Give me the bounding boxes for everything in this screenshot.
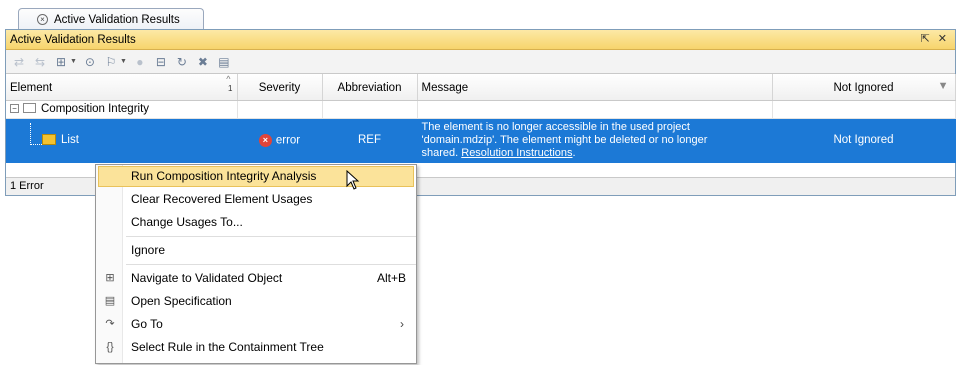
menu-item-navigate[interactable]: ⊞ Navigate to Validated Object Alt+B	[96, 267, 416, 290]
navigate-shortcut: Alt+B	[376, 271, 406, 285]
menu-item-change-usages[interactable]: Change Usages To...	[96, 211, 416, 234]
column-header-abbreviation[interactable]: Abbreviation	[322, 74, 418, 101]
circle-icon[interactable]: ●	[131, 53, 149, 71]
group-label: Composition Integrity	[41, 103, 150, 115]
panel-title: Active Validation Results	[10, 33, 136, 46]
specification-icon[interactable]: ⊙	[81, 53, 99, 71]
tab-label: Active Validation Results	[54, 13, 180, 26]
message-cell: The element is no longer accessible in t…	[417, 118, 773, 163]
menu-separator	[126, 236, 416, 237]
restore-icon[interactable]: ⇱	[921, 32, 930, 45]
error-icon: ×	[258, 133, 272, 147]
element-name: List	[61, 134, 79, 146]
navigate-dropdown-icon[interactable]: ▼	[70, 58, 77, 65]
specification-icon: ▤	[104, 295, 116, 307]
collapse-icon[interactable]: −	[10, 104, 19, 114]
menu-item-select-rule[interactable]: {} Select Rule in the Containment Tree	[96, 336, 416, 359]
navigate-icon: ⊞	[105, 272, 115, 284]
menu-item-clear-usages[interactable]: Clear Recovered Element Usages	[96, 188, 416, 211]
menu-item-open-specification[interactable]: ▤ Open Specification	[96, 290, 416, 313]
go-to-icon: ↷	[105, 318, 115, 330]
expand-icon[interactable]: ⊟	[152, 53, 170, 71]
close-circle-icon[interactable]: ×	[37, 14, 48, 25]
validate-icon[interactable]: ⇄	[10, 53, 28, 71]
menu-item-ignore[interactable]: Ignore	[96, 239, 416, 262]
flag-icon[interactable]: ⚐	[102, 53, 120, 71]
filter-icon[interactable]: ▼	[938, 80, 949, 92]
list-element-icon	[42, 134, 56, 146]
context-menu: Run Composition Integrity Analysis Clear…	[95, 164, 417, 364]
abbreviation-value: REF	[322, 118, 418, 163]
tools-icon[interactable]: ✖	[194, 53, 212, 71]
column-header-severity[interactable]: Severity	[237, 74, 323, 101]
table-row-group[interactable]: − Composition Integrity	[6, 100, 956, 119]
table-row-selected[interactable]: List × error REF The element is no longer…	[6, 118, 956, 163]
tree-connector	[30, 122, 42, 145]
column-header-message[interactable]: Message	[417, 74, 773, 101]
severity-value: error	[275, 134, 301, 147]
flag-dropdown-icon[interactable]: ▼	[120, 58, 127, 65]
menu-item-go-to[interactable]: ↷ Go To ›	[96, 313, 416, 336]
close-icon[interactable]: ✕	[938, 32, 947, 45]
navigate-icon[interactable]: ⊞	[52, 53, 70, 71]
menu-item-run-analysis[interactable]: Run Composition Integrity Analysis	[98, 166, 414, 187]
tab-active-validation-results[interactable]: × Active Validation Results	[18, 8, 204, 30]
mouse-cursor-icon	[346, 170, 360, 190]
export-icon[interactable]: ▤	[215, 53, 233, 71]
toolbar: ⇄ ⇆ ⊞ ▼ ⊙ ⚐ ▼ ● ⊟ ↻ ✖ ▤	[6, 50, 955, 74]
status-text: 1 Error	[10, 180, 44, 192]
resolution-instructions-link[interactable]: Resolution Instructions	[461, 147, 572, 159]
panel-header: Active Validation Results ⇱ ✕	[6, 30, 955, 50]
braces-icon: {}	[106, 341, 114, 353]
menu-separator	[126, 264, 416, 265]
folder-icon	[23, 102, 36, 113]
not-ignored-value[interactable]: Not Ignored	[772, 118, 956, 163]
column-header-not-ignored[interactable]: Not Ignored ▼	[772, 74, 956, 101]
validate-all-icon[interactable]: ⇆	[31, 53, 49, 71]
column-header-element[interactable]: Element ^ 1	[6, 74, 238, 101]
sort-ascending-icon: ^	[226, 74, 231, 84]
sort-order-number: 1	[228, 84, 233, 93]
chevron-right-icon: ›	[400, 317, 404, 331]
results-table: Element ^ 1 Severity Abbreviation Messag…	[6, 74, 956, 163]
tab-strip: × Active Validation Results	[0, 0, 961, 30]
refresh-icon[interactable]: ↻	[173, 53, 191, 71]
